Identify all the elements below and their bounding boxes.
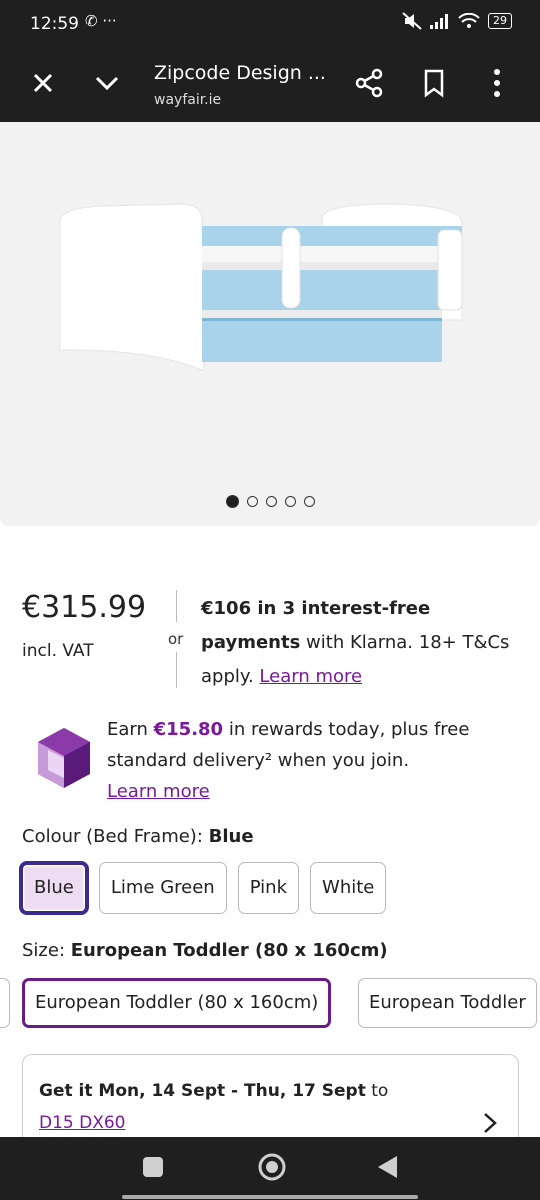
or-label: or — [168, 630, 184, 648]
colour-option-lime-green[interactable]: Lime Green — [98, 862, 227, 914]
size-selected-value: European Toddler (80 x 160cm) — [70, 940, 388, 961]
divider — [176, 590, 177, 622]
product-price: €315.99 — [22, 590, 147, 625]
carousel-dot[interactable] — [303, 496, 315, 507]
rewards-learn-more-link[interactable]: Learn more — [107, 781, 210, 802]
size-label: Size: European Toddler (80 x 160cm) — [22, 940, 388, 961]
rewards-amount: €15.80 — [153, 719, 224, 740]
carousel-dot[interactable] — [246, 496, 258, 507]
rewards-prefix: Earn — [107, 719, 154, 740]
delivery-estimate: Get it Mon, 14 Sept - Thu, 17 Sept to — [39, 1081, 388, 1101]
share-icon[interactable] — [355, 68, 385, 98]
chevron-right-icon[interactable] — [482, 1111, 498, 1135]
page-title: Zipcode Design ... — [154, 62, 326, 84]
rewards-gem-icon — [38, 728, 90, 788]
colour-options: Blue Lime Green Pink White — [20, 862, 387, 914]
klarna-learn-more-link[interactable]: Learn more — [259, 666, 362, 687]
delivery-dates: Get it Mon, 14 Sept - Thu, 17 Sept — [39, 1081, 366, 1101]
size-options: European Toddler (80 x 160cm) European T… — [0, 978, 540, 1030]
colour-label-text: Colour (Bed Frame): — [22, 826, 209, 847]
colour-option-blue[interactable]: Blue — [20, 862, 88, 914]
product-image-carousel[interactable] — [0, 122, 540, 526]
wifi-icon — [458, 13, 480, 28]
carousel-dots — [0, 495, 540, 508]
delivery-postcode-link[interactable]: D15 DX60 — [39, 1113, 126, 1133]
size-option-partial[interactable] — [0, 978, 10, 1028]
carousel-dot[interactable] — [284, 496, 296, 507]
product-image — [59, 203, 463, 371]
recents-button[interactable] — [143, 1157, 163, 1177]
signal-icon — [430, 14, 448, 29]
size-option-selected[interactable]: European Toddler (80 x 160cm) — [22, 978, 332, 1028]
size-option[interactable]: European Toddler — [358, 978, 537, 1028]
colour-selected-value: Blue — [208, 826, 254, 847]
colour-option-pink[interactable]: Pink — [237, 862, 300, 914]
vat-note: incl. VAT — [22, 641, 94, 661]
klarna-offer: €106 in 3 interest-free payments with Kl… — [201, 592, 531, 694]
battery-indicator: 29 — [488, 13, 512, 29]
more-options-icon[interactable] — [485, 66, 509, 100]
colour-option-white[interactable]: White — [310, 862, 387, 914]
divider — [176, 652, 177, 688]
bookmark-icon[interactable] — [420, 68, 448, 98]
mute-icon — [402, 12, 422, 30]
home-button[interactable] — [257, 1152, 287, 1182]
size-label-text: Size: — [22, 940, 71, 961]
status-bar: 12:59 ✆ ··· 29 — [0, 0, 540, 48]
close-icon[interactable] — [28, 68, 58, 98]
rewards-offer: Earn €15.80 in rewards today, plus free … — [107, 714, 527, 807]
system-nav-bar — [0, 1137, 540, 1200]
back-button[interactable] — [375, 1154, 399, 1180]
chevron-down-icon[interactable] — [92, 68, 122, 98]
page-url: wayfair.ie — [154, 92, 222, 108]
carousel-dot[interactable] — [265, 496, 277, 507]
status-time: 12:59 — [30, 14, 79, 34]
colour-label: Colour (Bed Frame): Blue — [22, 826, 254, 847]
status-right-icons: 29 — [402, 12, 512, 30]
notification-icons: ✆ ··· — [85, 12, 117, 30]
delivery-to: to — [365, 1081, 389, 1101]
carousel-dot[interactable] — [225, 495, 239, 508]
browser-toolbar: Zipcode Design ... wayfair.ie — [0, 48, 540, 122]
gesture-handle — [122, 1195, 418, 1199]
